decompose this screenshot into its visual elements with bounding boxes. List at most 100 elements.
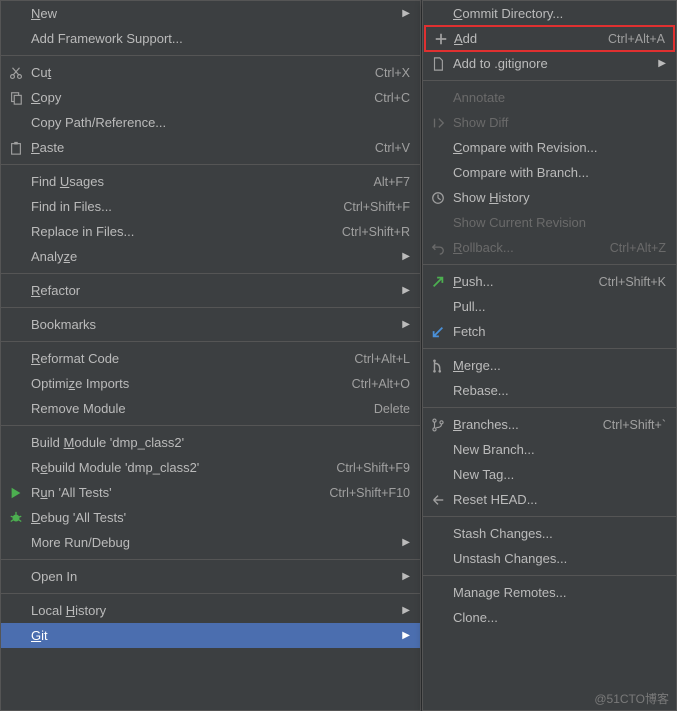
menu-item-debug-all[interactable]: Debug 'All Tests' (1, 505, 420, 530)
separator (1, 559, 420, 560)
menu-item-label: Copy (31, 90, 374, 105)
separator (423, 575, 676, 576)
context-menu-left: New▶Add Framework Support...CutCtrl+XCop… (0, 0, 421, 711)
menu-item-label: Add Framework Support... (31, 31, 410, 46)
menu-item-label: Open In (31, 569, 400, 584)
blank-icon (430, 585, 446, 601)
menu-item-label: Show Current Revision (453, 215, 666, 230)
shortcut: Ctrl+Shift+F9 (336, 461, 410, 475)
menu-item-label: Rollback... (453, 240, 610, 255)
menu-item-label: Manage Remotes... (453, 585, 666, 600)
menu-item-label: Add (454, 31, 608, 46)
menu-item-fetch[interactable]: Fetch (423, 319, 676, 344)
menu-item-local-history[interactable]: Local History▶ (1, 598, 420, 623)
menu-item-more-run-debug[interactable]: More Run/Debug▶ (1, 530, 420, 555)
blank-icon (430, 526, 446, 542)
menu-item-replace-in-files[interactable]: Replace in Files...Ctrl+Shift+R (1, 219, 420, 244)
menu-item-label: Bookmarks (31, 317, 400, 332)
menu-item-label: Unstash Changes... (453, 551, 666, 566)
separator (423, 348, 676, 349)
blank-icon (8, 460, 24, 476)
blank-icon (8, 199, 24, 215)
menu-item-push[interactable]: Push...Ctrl+Shift+K (423, 269, 676, 294)
menu-item-clone[interactable]: Clone... (423, 605, 676, 630)
blank-icon (8, 628, 24, 644)
shortcut: Ctrl+V (375, 141, 410, 155)
menu-item-add[interactable]: AddCtrl+Alt+A (424, 25, 675, 52)
menu-item-branches[interactable]: Branches...Ctrl+Shift+` (423, 412, 676, 437)
menu-item-find-in-files[interactable]: Find in Files...Ctrl+Shift+F (1, 194, 420, 219)
menu-item-copy[interactable]: CopyCtrl+C (1, 85, 420, 110)
blank-icon (8, 435, 24, 451)
menu-item-build-module[interactable]: Build Module 'dmp_class2' (1, 430, 420, 455)
menu-item-bookmarks[interactable]: Bookmarks▶ (1, 312, 420, 337)
shortcut: Ctrl+Shift+R (342, 225, 410, 239)
plus-icon (433, 31, 449, 47)
menu-item-open-in[interactable]: Open In▶ (1, 564, 420, 589)
menu-item-find-usages[interactable]: Find UsagesAlt+F7 (1, 169, 420, 194)
menu-item-copy-path[interactable]: Copy Path/Reference... (1, 110, 420, 135)
separator (1, 425, 420, 426)
menu-item-git[interactable]: Git▶ (1, 623, 420, 648)
menu-item-reformat[interactable]: Reformat CodeCtrl+Alt+L (1, 346, 420, 371)
menu-item-label: Clone... (453, 610, 666, 625)
menu-item-manage-remotes[interactable]: Manage Remotes... (423, 580, 676, 605)
menu-item-label: Debug 'All Tests' (31, 510, 410, 525)
file-icon (430, 56, 446, 72)
push-icon (430, 274, 446, 290)
menu-item-run-all[interactable]: Run 'All Tests'Ctrl+Shift+F10 (1, 480, 420, 505)
menu-item-new[interactable]: New▶ (1, 1, 420, 26)
menu-item-merge[interactable]: Merge... (423, 353, 676, 378)
menu-item-label: Remove Module (31, 401, 374, 416)
shortcut: Alt+F7 (374, 175, 410, 189)
menu-item-compare-branch[interactable]: Compare with Branch... (423, 160, 676, 185)
menu-item-label: Build Module 'dmp_class2' (31, 435, 410, 450)
reset-icon (430, 492, 446, 508)
blank-icon (8, 249, 24, 265)
separator (1, 341, 420, 342)
menu-item-label: Paste (31, 140, 375, 155)
menu-item-label: Cut (31, 65, 375, 80)
menu-item-label: Optimize Imports (31, 376, 352, 391)
menu-item-unstash[interactable]: Unstash Changes... (423, 546, 676, 571)
menu-item-commit-dir[interactable]: Commit Directory... (423, 1, 676, 26)
menu-item-add-gitignore[interactable]: Add to .gitignore▶ (423, 51, 676, 76)
menu-item-new-branch[interactable]: New Branch... (423, 437, 676, 462)
menu-item-label: Show Diff (453, 115, 666, 130)
menu-item-pull[interactable]: Pull... (423, 294, 676, 319)
menu-item-rebuild-module[interactable]: Rebuild Module 'dmp_class2'Ctrl+Shift+F9 (1, 455, 420, 480)
menu-item-compare-revision[interactable]: Compare with Revision... (423, 135, 676, 160)
blank-icon (8, 224, 24, 240)
menu-item-new-tag[interactable]: New Tag... (423, 462, 676, 487)
menu-item-show-history[interactable]: Show History (423, 185, 676, 210)
blank-icon (430, 299, 446, 315)
menu-item-annotate: Annotate (423, 85, 676, 110)
blank-icon (8, 115, 24, 131)
blank-icon (8, 351, 24, 367)
menu-item-stash[interactable]: Stash Changes... (423, 521, 676, 546)
menu-item-add-framework[interactable]: Add Framework Support... (1, 26, 420, 51)
separator (423, 407, 676, 408)
submenu-arrow-icon: ▶ (400, 605, 410, 616)
menu-item-refactor[interactable]: Refactor▶ (1, 278, 420, 303)
separator (1, 593, 420, 594)
menu-item-rebase[interactable]: Rebase... (423, 378, 676, 403)
menu-item-remove-module[interactable]: Remove ModuleDelete (1, 396, 420, 421)
menu-item-label: Rebuild Module 'dmp_class2' (31, 460, 336, 475)
blank-icon (8, 535, 24, 551)
shortcut: Ctrl+C (374, 91, 410, 105)
menu-item-paste[interactable]: PasteCtrl+V (1, 135, 420, 160)
submenu-arrow-icon: ▶ (400, 285, 410, 296)
submenu-arrow-icon: ▶ (656, 58, 666, 69)
cut-icon (8, 65, 24, 81)
diff-icon (430, 115, 446, 131)
separator (423, 264, 676, 265)
blank-icon (430, 140, 446, 156)
blank-icon (8, 603, 24, 619)
menu-item-optimize-imports[interactable]: Optimize ImportsCtrl+Alt+O (1, 371, 420, 396)
shortcut: Ctrl+Shift+K (599, 275, 666, 289)
menu-item-cut[interactable]: CutCtrl+X (1, 60, 420, 85)
menu-item-analyze[interactable]: Analyze▶ (1, 244, 420, 269)
menu-item-label: Run 'All Tests' (31, 485, 329, 500)
menu-item-reset-head[interactable]: Reset HEAD... (423, 487, 676, 512)
